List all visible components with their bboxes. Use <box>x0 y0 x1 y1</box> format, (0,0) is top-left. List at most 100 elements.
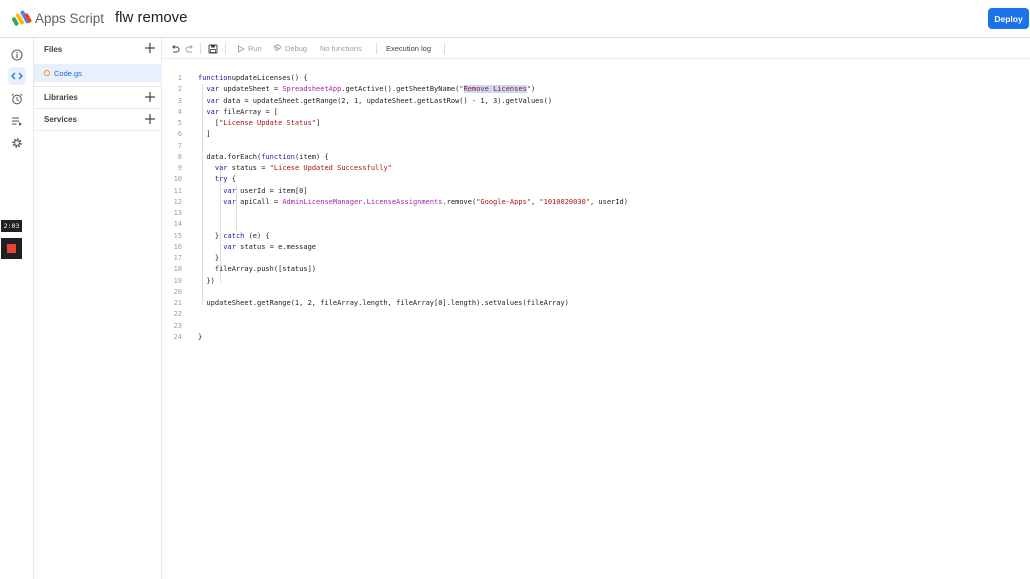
project-settings-button[interactable] <box>8 134 26 152</box>
line-number: 11 <box>173 186 182 195</box>
code-token: userId = item[0] <box>235 186 308 195</box>
code-line[interactable]: 21 updateSheet.getRange(1, 2, fileArray.… <box>162 298 1030 309</box>
code-line[interactable]: 23 <box>162 321 1030 332</box>
code-line[interactable]: 7 <box>162 141 1030 152</box>
app-name[interactable]: Apps Script <box>35 11 104 26</box>
line-number: 5 <box>177 119 182 127</box>
function-select[interactable]: No functions <box>320 43 362 54</box>
code-line[interactable]: 11 var userId = item[0] <box>162 186 1030 197</box>
divider <box>34 130 162 131</box>
undo-icon <box>172 44 180 52</box>
code-line[interactable]: 18 fileArray.push([status]) <box>162 264 1030 275</box>
debug-label: Debug <box>285 44 308 53</box>
code-token: updateSheet.getRange(1, 2, fileArray.len… <box>198 299 569 307</box>
stop-recording-button[interactable] <box>1 238 22 259</box>
code-line[interactable]: 6 ] <box>162 129 1030 140</box>
toolbar-divider <box>200 43 201 54</box>
gs-file-icon <box>44 70 50 76</box>
code-line[interactable]: 12 var apiCall = AdminLicenseManager.Lic… <box>162 197 1030 208</box>
apps-script-logo-icon[interactable] <box>12 9 32 27</box>
line-number: 13 <box>173 209 182 217</box>
line-number: 19 <box>173 276 182 285</box>
debug-button[interactable]: Debug <box>273 43 307 54</box>
editor-toolbar: Run Debug No functions Execution log <box>162 38 1030 59</box>
line-number: 18 <box>173 265 182 274</box>
code-line[interactable]: 15 } catch (e) { <box>162 231 1030 242</box>
code-token: (item) { <box>294 152 329 161</box>
code-line[interactable]: 3 var data = updateSheet.getRange(2, 1, … <box>162 96 1030 107</box>
code-text: ] <box>198 129 210 140</box>
code-line[interactable]: 24} <box>162 332 1030 343</box>
line-number: 21 <box>173 299 182 307</box>
code-line[interactable]: 9 var status = "Licese Updated Successfu… <box>162 163 1030 174</box>
code-token: AdminLicenseManager <box>282 197 363 206</box>
gear-icon <box>12 138 22 148</box>
code-line[interactable]: 10 try { <box>162 174 1030 185</box>
toolbar-divider <box>376 43 377 54</box>
services-header[interactable]: Services <box>34 108 162 130</box>
add-file-icon[interactable] <box>144 42 156 54</box>
execution-log-button[interactable]: Execution log <box>386 43 431 54</box>
libraries-header[interactable]: Libraries <box>34 86 162 108</box>
code-token: var <box>223 242 236 251</box>
code-text: fileArray.push([status]) <box>198 264 316 275</box>
save-button[interactable] <box>208 43 218 54</box>
code-token: status = e.message <box>235 242 317 251</box>
code-line[interactable]: 19 }) <box>162 276 1030 287</box>
code-token: "License Update Status" <box>219 119 317 127</box>
code-line[interactable]: 4 var fileArray = [ <box>162 107 1030 118</box>
code-line[interactable]: 5 ["License Update Status"] <box>162 118 1030 129</box>
code-text: var status = "Licese Updated Successfull… <box>198 163 392 174</box>
line-number: 10 <box>173 175 182 184</box>
add-library-icon[interactable] <box>144 91 156 103</box>
code-text: var data = updateSheet.getRange(2, 1, up… <box>198 96 552 107</box>
line-number: 23 <box>173 321 182 330</box>
triggers-button[interactable] <box>8 90 26 108</box>
code-line[interactable]: 20 <box>162 287 1030 298</box>
file-name: Code.gs <box>54 68 82 78</box>
code-editor[interactable]: 1 functionupdateLicenses() {2 var updateS… <box>162 60 1030 579</box>
redo-button[interactable] <box>185 43 195 54</box>
left-navigation-rail: 2:03 <box>0 38 34 579</box>
code-token: try <box>214 175 228 184</box>
run-button[interactable]: Run <box>237 43 262 54</box>
code-text: data.forEach(function(item) { <box>198 152 329 163</box>
code-token: .getActive().getSheetByName( <box>341 85 460 94</box>
deploy-button[interactable]: Deploy <box>988 8 1029 29</box>
code-token: var <box>206 107 220 116</box>
code-token: var <box>223 197 236 206</box>
code-token: catch <box>223 231 245 240</box>
code-text: try { <box>198 174 236 185</box>
code-line[interactable]: 13 <box>162 208 1030 219</box>
code-token: } <box>198 332 203 341</box>
code-line[interactable]: 8 data.forEach(function(item) { <box>162 152 1030 163</box>
code-token: ] <box>316 119 321 127</box>
editor-button[interactable] <box>8 67 26 85</box>
code-line[interactable]: 22 <box>162 309 1030 320</box>
code-token: var <box>223 186 236 195</box>
add-service-icon[interactable] <box>144 113 156 125</box>
code-line[interactable]: 14 <box>162 219 1030 230</box>
line-number: 15 <box>173 231 182 240</box>
line-number: 8 <box>177 152 182 161</box>
code-text: var fileArray = [ <box>198 107 278 118</box>
code-token: var <box>206 96 220 105</box>
file-item-code-gs[interactable]: Code.gs <box>34 64 162 82</box>
executions-button[interactable] <box>8 112 26 130</box>
files-panel: Files Code.gs Libraries Services <box>34 38 162 579</box>
code-line[interactable]: 1 functionupdateLicenses() { <box>162 73 1030 84</box>
project-title[interactable]: flw remove <box>115 9 188 26</box>
code-icon <box>11 72 23 80</box>
undo-button[interactable] <box>170 43 180 54</box>
code-line[interactable]: 2 var updateSheet = SpreadsheetApp.getAc… <box>162 84 1030 95</box>
code-text: ["License Update Status"] <box>198 118 320 129</box>
line-number: 14 <box>173 220 182 229</box>
code-token: "1010020030" <box>539 197 590 206</box>
code-text: } <box>198 253 219 264</box>
code-line[interactable]: 17 } <box>162 253 1030 264</box>
code-line[interactable]: 16 var status = e.message <box>162 242 1030 253</box>
line-number: 9 <box>177 164 182 172</box>
overview-button[interactable] <box>8 46 26 64</box>
